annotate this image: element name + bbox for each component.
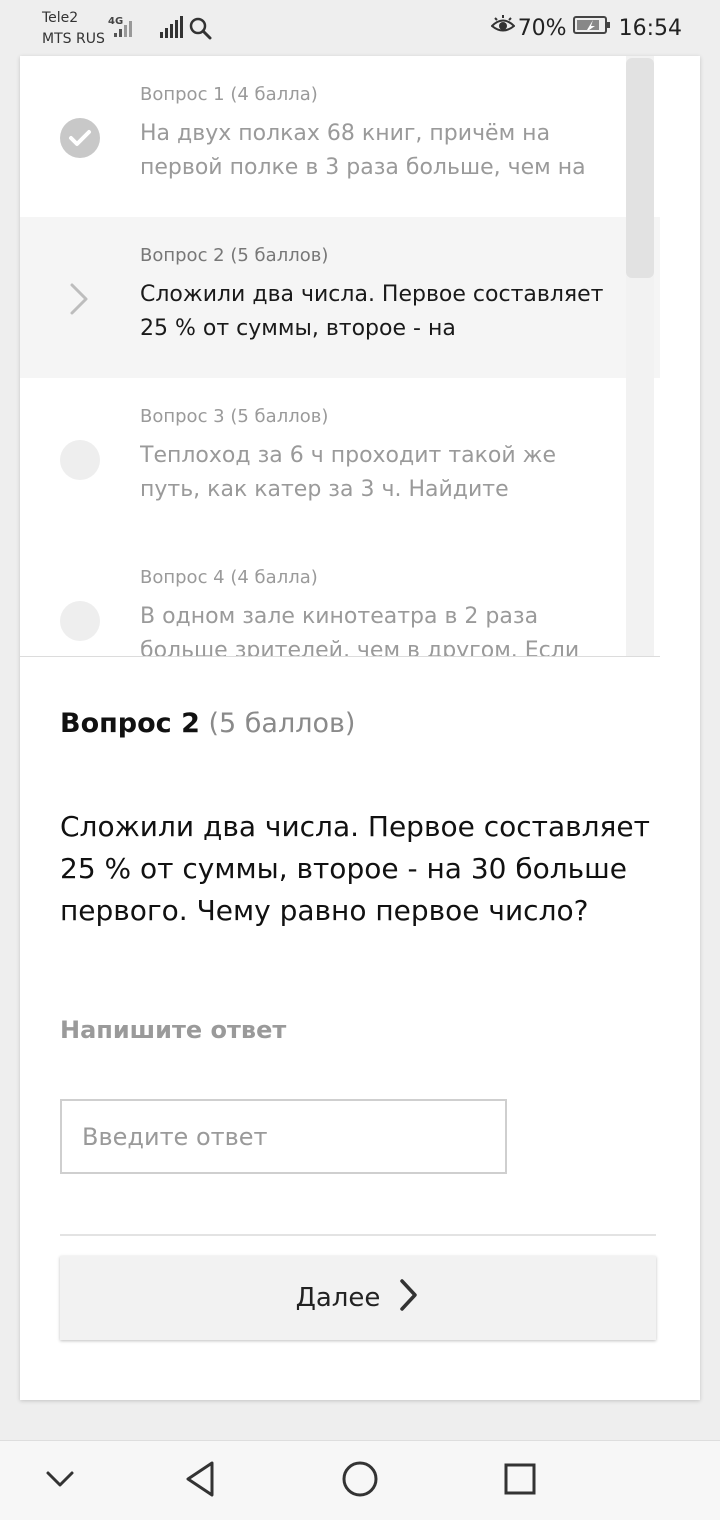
answer-label: Напишите ответ [60,1016,287,1044]
chevron-right-icon [398,1278,420,1319]
next-button-label: Далее [295,1283,381,1313]
question-list-item-2[interactable]: Вопрос 2 (5 баллов) Сложили два числа. П… [20,217,660,378]
next-button[interactable]: Далее [60,1256,656,1340]
question-meta: Вопрос 1 (4 балла) [140,84,318,105]
network-type-label: 4G [108,16,123,27]
question-meta: Вопрос 3 (5 баллов) [140,406,329,427]
question-list-item-1[interactable]: Вопрос 1 (4 балла) На двух полках 68 кни… [20,56,660,217]
chevron-right-icon [60,279,100,319]
question-preview: На двух полках 68 книг, причём на первой… [140,121,586,180]
signal-4g-icon: 4G [108,14,144,44]
question-heading: Вопрос 2 (5 баллов) [60,708,355,739]
search-icon[interactable] [188,16,212,44]
question-points: (5 баллов) [208,708,356,739]
question-body: Сложили два числа. Первое составляет 25 … [60,810,650,927]
battery-percent: 70% [517,15,567,41]
home-icon[interactable] [340,1459,380,1503]
carrier-names: Tele2 MTS RUS [42,8,105,50]
question-preview: В одном зале кинотеатра в 2 раза больше … [140,604,580,656]
scrollbar-thumb[interactable] [626,58,654,278]
check-icon [60,118,100,158]
question-preview: Теплоход за 6 ч проходит такой же путь, … [140,443,557,502]
quiz-card: Вопрос 1 (4 балла) На двух полках 68 кни… [20,56,700,1400]
question-meta: Вопрос 2 (5 баллов) [140,245,329,266]
answer-input[interactable] [60,1099,507,1174]
question-preview: Сложили два числа. Первое составляет 25 … [140,282,604,341]
question-meta: Вопрос 4 (4 балла) [140,567,318,588]
question-list-item-3[interactable]: Вопрос 3 (5 баллов) Теплоход за 6 ч прох… [20,378,660,539]
battery-icon [572,15,611,41]
carrier-2: MTS RUS [42,31,105,47]
status-bar: Tele2 MTS RUS 4G 70% 16:54 [0,0,720,56]
back-icon[interactable] [182,1459,218,1503]
question-list-item-4[interactable]: Вопрос 4 (4 балла) В одном зале кинотеат… [20,539,660,656]
eye-comfort-icon [490,15,516,41]
question-title: Вопрос 2 [60,708,200,739]
empty-circle-icon [60,601,100,641]
question-list: Вопрос 1 (4 балла) На двух полках 68 кни… [20,56,660,656]
hide-keyboard-icon[interactable] [44,1467,76,1495]
recents-icon[interactable] [502,1459,538,1503]
empty-circle-icon [60,440,100,480]
navigation-bar [0,1440,720,1520]
status-bar-right: 70% 16:54 [490,0,720,56]
signal-icon [158,16,184,42]
carrier-1: Tele2 [42,10,79,26]
clock: 16:54 [618,15,682,41]
divider [60,1234,656,1236]
divider [20,656,660,657]
